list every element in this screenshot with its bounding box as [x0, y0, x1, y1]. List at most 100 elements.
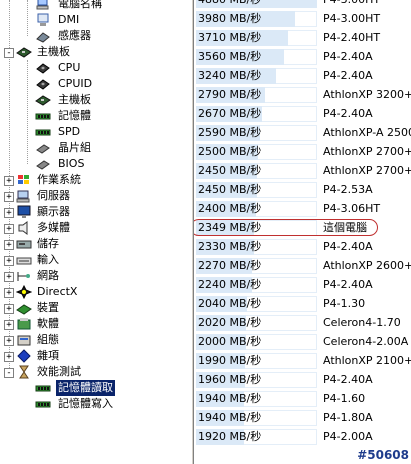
tree-node[interactable]: + DirectX [0, 284, 191, 300]
network-icon [16, 269, 32, 283]
benchmark-icon [16, 365, 32, 379]
result-row: 1990 MB/秒 AthlonXP 2100+ [194, 351, 411, 370]
result-cpu: P4-2.40A [323, 240, 373, 253]
bios-icon [35, 157, 51, 171]
tree-node-label: 伺服器 [37, 189, 70, 202]
tree-node[interactable]: + 多媒體 [0, 220, 191, 236]
expand-icon[interactable]: + [4, 352, 14, 362]
expand-icon[interactable]: + [4, 272, 14, 282]
tree-node-label: 晶片組 [58, 141, 91, 154]
result-speed: 1920 MB/秒 [198, 430, 262, 443]
result-row: 2000 MB/秒 Celeron4-2.00A [194, 332, 411, 351]
tree-node[interactable]: DMI [0, 12, 191, 28]
result-speed: 2450 MB/秒 [198, 183, 262, 196]
config-icon [16, 333, 32, 347]
tree-node[interactable]: BIOS [0, 156, 191, 172]
result-cpu: P4-2.00A [323, 430, 373, 443]
result-cpu: P4-3.06HT [323, 202, 381, 215]
result-row: 2240 MB/秒 P4-2.40A [194, 275, 411, 294]
expand-icon[interactable]: + [4, 192, 14, 202]
result-cpu: AthlonXP 2700+ [323, 164, 411, 177]
software-icon [16, 317, 32, 331]
tree-node[interactable]: - 效能測試 [0, 364, 191, 380]
result-speed: 1990 MB/秒 [198, 354, 262, 367]
tree-node[interactable]: + 作業系統 [0, 172, 191, 188]
result-speed: 2020 MB/秒 [198, 316, 262, 329]
tree-node-label: 主機板 [37, 45, 70, 58]
motherboard-icon [16, 45, 32, 59]
expand-icon[interactable]: + [4, 224, 14, 234]
expand-icon[interactable]: + [4, 304, 14, 314]
result-speed: 2590 MB/秒 [198, 126, 262, 139]
tree-node-label: 多媒體 [37, 221, 70, 234]
result-speed: 2000 MB/秒 [198, 335, 262, 348]
tree-node[interactable]: 記憶體 [0, 108, 191, 124]
tree-node-label: 作業系統 [37, 173, 81, 186]
computer-icon [35, 0, 51, 11]
tree-node[interactable]: + 儲存 [0, 236, 191, 252]
tree-node[interactable]: 主機板 [0, 92, 191, 108]
result-speed: 3560 MB/秒 [198, 50, 262, 63]
expand-icon[interactable]: + [4, 256, 14, 266]
spd-icon [35, 125, 51, 139]
result-row: 3560 MB/秒 P4-2.40A [194, 47, 411, 66]
tree-node[interactable]: + 輸入 [0, 252, 191, 268]
result-row: 2590 MB/秒 AthlonXP-A 2500 [194, 123, 411, 142]
tree-node[interactable]: + 裝置 [0, 300, 191, 316]
tree-node[interactable]: 電腦名稱 [0, 0, 191, 12]
tree-node[interactable]: + 伺服器 [0, 188, 191, 204]
tree-node[interactable]: 晶片組 [0, 140, 191, 156]
expand-icon[interactable]: + [4, 240, 14, 250]
result-row: 2400 MB/秒 P4-3.06HT [194, 199, 411, 218]
result-speed: 4880 MB/秒 [198, 0, 261, 8]
tree-node[interactable]: + 組態 [0, 332, 191, 348]
tree-node-label: 輸入 [37, 253, 59, 266]
tree-node[interactable]: + 網路 [0, 268, 191, 284]
result-speed: 2330 MB/秒 [198, 240, 262, 253]
tree-node[interactable]: SPD [0, 124, 191, 140]
result-row: 2020 MB/秒 Celeron4-1.70 [194, 313, 411, 332]
expand-icon[interactable]: + [4, 176, 14, 186]
tree-node[interactable]: 感應器 [0, 28, 191, 44]
watermark: #50608 [357, 448, 409, 462]
result-row: 2670 MB/秒 P4-2.40A [194, 104, 411, 123]
tree-node-label: 效能測試 [37, 365, 81, 378]
expand-icon[interactable]: + [4, 288, 14, 298]
collapse-icon[interactable]: - [4, 368, 14, 378]
benchmark-results-list[interactable]: 4880 MB/秒 P4-3.00HT 3980 MB/秒 P4-3.00HT 3710… [194, 0, 411, 464]
tree-node[interactable]: 記憶體寫入 [0, 396, 191, 412]
tree-node-label: 記憶體 [58, 109, 91, 122]
tree-node[interactable]: + 雜項 [0, 348, 191, 364]
tree-node[interactable]: + 顯示器 [0, 204, 191, 220]
result-row: 2270 MB/秒 AthlonXP 2600+ [194, 256, 411, 275]
result-row: 3710 MB/秒 P4-2.40HT [194, 28, 411, 47]
expand-icon[interactable]: + [4, 208, 14, 218]
tree-node[interactable]: CPUID [0, 76, 191, 92]
result-speed: 2040 MB/秒 [198, 297, 262, 310]
result-speed: 3980 MB/秒 [198, 12, 262, 25]
tree-node-label: 組態 [37, 333, 59, 346]
expand-icon[interactable]: + [4, 320, 14, 330]
device-tree[interactable]: 電腦名稱 DMI 感應器 - 主機板 CPU CPUID 主機板 記憶體 SPD 晶片組 BIOS + 作… [0, 0, 191, 464]
tree-node[interactable]: - 主機板 [0, 44, 191, 60]
result-row: 2040 MB/秒 P4-1.30 [194, 294, 411, 313]
result-row: 1940 MB/秒 P4-1.80A [194, 408, 411, 427]
tree-node-label: DirectX [37, 285, 78, 298]
result-row: 3240 MB/秒 P4-2.40A [194, 66, 411, 85]
result-cpu: AthlonXP-A 2500 [323, 126, 411, 139]
tree-node-label: 軟體 [37, 317, 59, 330]
result-cpu: P4-1.80A [323, 411, 373, 424]
tree-node-label: 電腦名稱 [58, 0, 102, 10]
tree-node[interactable]: 記憶體讀取 [0, 379, 191, 397]
tree-node-label: 裝置 [37, 301, 59, 314]
tree-node[interactable]: CPU [0, 60, 191, 76]
result-speed: 3240 MB/秒 [198, 69, 262, 82]
dmi-icon [35, 13, 51, 27]
tree-node[interactable]: + 軟體 [0, 316, 191, 332]
board-icon [35, 93, 51, 107]
expand-icon[interactable]: + [4, 336, 14, 346]
tree-node-label: 儲存 [37, 237, 59, 250]
collapse-icon[interactable]: - [4, 48, 14, 58]
memory-read-icon [35, 381, 51, 395]
input-icon [16, 253, 32, 267]
